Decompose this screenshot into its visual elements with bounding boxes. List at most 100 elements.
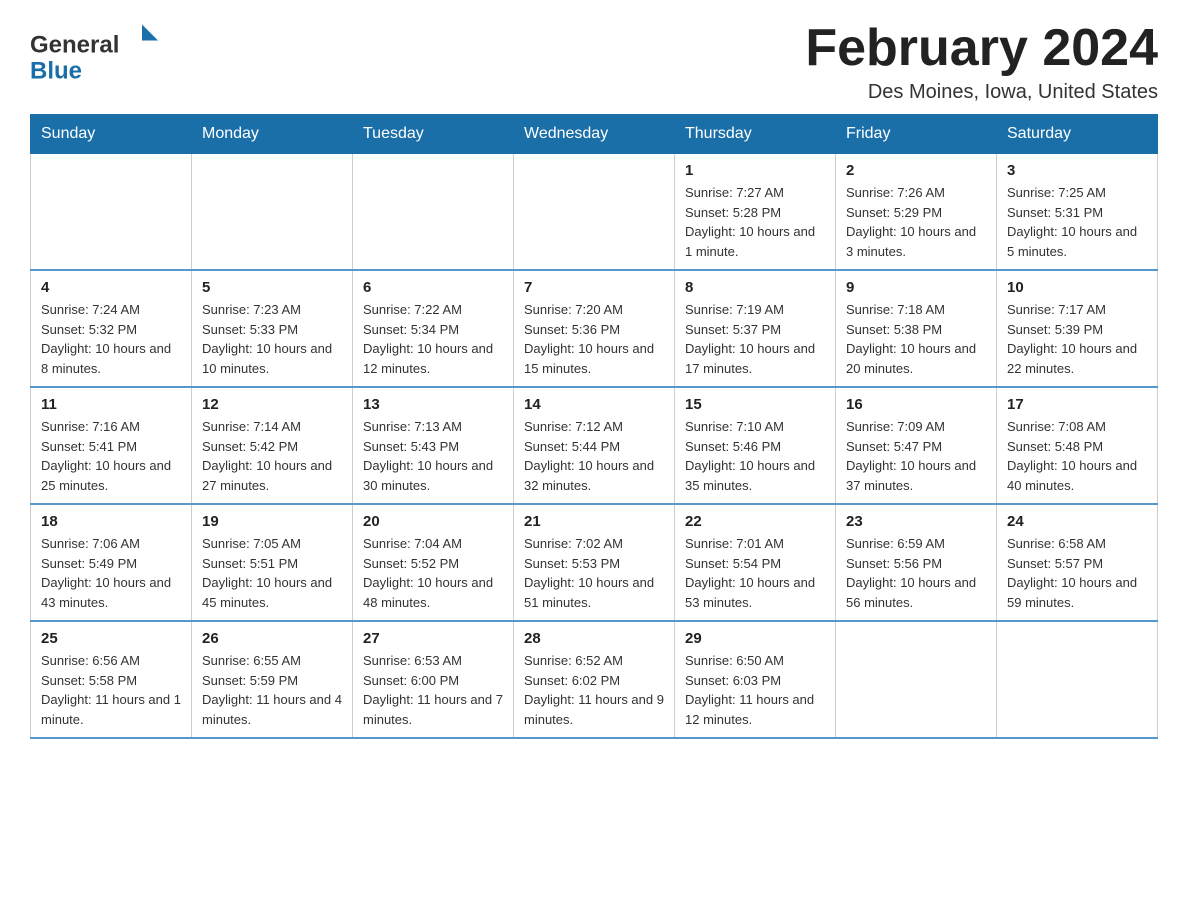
calendar-cell: 25 Sunrise: 6:56 AMSunset: 5:58 PMDayligh… [31, 621, 192, 738]
day-number: 10 [1007, 279, 1147, 296]
day-number: 19 [202, 513, 342, 530]
day-info: Sunrise: 7:16 AMSunset: 5:41 PMDaylight:… [41, 417, 181, 495]
day-header-wednesday: Wednesday [514, 115, 675, 154]
calendar-week-3: 11 Sunrise: 7:16 AMSunset: 5:41 PMDayligh… [31, 387, 1158, 504]
day-info: Sunrise: 7:04 AMSunset: 5:52 PMDaylight:… [363, 534, 503, 612]
calendar-cell: 6Sunrise: 7:22 AMSunset: 5:34 PMDaylight… [353, 270, 514, 387]
calendar-week-1: 1 Sunrise: 7:27 AMSunset: 5:28 PMDaylight… [31, 154, 1158, 271]
logo: General Blue [30, 20, 160, 90]
calendar-cell: 21Sunrise: 7:02 AMSunset: 5:53 PMDayligh… [514, 504, 675, 621]
day-info: Sunrise: 6:53 AMSunset: 6:00 PMDaylight:… [363, 651, 503, 729]
calendar-cell: 10 Sunrise: 7:17 AMSunset: 5:39 PMDayligh… [997, 270, 1158, 387]
calendar-cell: 12Sunrise: 7:14 AMSunset: 5:42 PMDayligh… [192, 387, 353, 504]
svg-text:Blue: Blue [30, 58, 82, 85]
day-number: 11 [41, 396, 181, 413]
day-info: Sunrise: 7:12 AMSunset: 5:44 PMDaylight:… [524, 417, 664, 495]
day-number: 2 [846, 162, 986, 179]
day-number: 28 [524, 630, 664, 647]
day-info: Sunrise: 7:27 AMSunset: 5:28 PMDaylight:… [685, 183, 825, 261]
day-number: 24 [1007, 513, 1147, 530]
day-number: 20 [363, 513, 503, 530]
day-number: 9 [846, 279, 986, 296]
calendar-cell: 24 Sunrise: 6:58 AMSunset: 5:57 PMDayligh… [997, 504, 1158, 621]
calendar-cell [514, 154, 675, 271]
day-header-saturday: Saturday [997, 115, 1158, 154]
calendar-cell [836, 621, 997, 738]
day-number: 22 [685, 513, 825, 530]
day-number: 7 [524, 279, 664, 296]
svg-text:General: General [30, 32, 119, 59]
calendar-week-2: 4 Sunrise: 7:24 AMSunset: 5:32 PMDaylight… [31, 270, 1158, 387]
day-header-tuesday: Tuesday [353, 115, 514, 154]
calendar-cell: 9 Sunrise: 7:18 AMSunset: 5:38 PMDaylight… [836, 270, 997, 387]
day-header-thursday: Thursday [675, 115, 836, 154]
calendar-cell: 5 Sunrise: 7:23 AMSunset: 5:33 PMDaylight… [192, 270, 353, 387]
calendar-cell: 13 Sunrise: 7:13 AMSunset: 5:43 PMDayligh… [353, 387, 514, 504]
day-info: Sunrise: 7:13 AMSunset: 5:43 PMDaylight:… [363, 417, 503, 495]
day-number: 21 [524, 513, 664, 530]
calendar-week-4: 18 Sunrise: 7:06 AMSunset: 5:49 PMDayligh… [31, 504, 1158, 621]
location: Des Moines, Iowa, United States [805, 81, 1158, 104]
logo-svg: General Blue [30, 20, 160, 90]
day-info: Sunrise: 7:06 AMSunset: 5:49 PMDaylight:… [41, 534, 181, 612]
day-info: Sunrise: 7:26 AMSunset: 5:29 PMDaylight:… [846, 183, 986, 261]
day-number: 18 [41, 513, 181, 530]
day-number: 25 [41, 630, 181, 647]
day-info: Sunrise: 7:17 AMSunset: 5:39 PMDaylight:… [1007, 300, 1147, 378]
day-number: 4 [41, 279, 181, 296]
day-number: 29 [685, 630, 825, 647]
title-area: February 2024 Des Moines, Iowa, United S… [805, 20, 1158, 104]
day-number: 17 [1007, 396, 1147, 413]
calendar-cell: 23Sunrise: 6:59 AMSunset: 5:56 PMDayligh… [836, 504, 997, 621]
calendar-cell: 17 Sunrise: 7:08 AMSunset: 5:48 PMDayligh… [997, 387, 1158, 504]
day-info: Sunrise: 7:25 AMSunset: 5:31 PMDaylight:… [1007, 183, 1147, 261]
calendar-cell [192, 154, 353, 271]
calendar-cell: 3 Sunrise: 7:25 AMSunset: 5:31 PMDaylight… [997, 154, 1158, 271]
day-info: Sunrise: 7:19 AMSunset: 5:37 PMDaylight:… [685, 300, 825, 378]
day-number: 16 [846, 396, 986, 413]
calendar-cell: 8 Sunrise: 7:19 AMSunset: 5:37 PMDaylight… [675, 270, 836, 387]
month-title: February 2024 [805, 20, 1158, 77]
day-info: Sunrise: 6:55 AMSunset: 5:59 PMDaylight:… [202, 651, 342, 729]
day-info: Sunrise: 7:18 AMSunset: 5:38 PMDaylight:… [846, 300, 986, 378]
calendar-cell [31, 154, 192, 271]
day-info: Sunrise: 6:56 AMSunset: 5:58 PMDaylight:… [41, 651, 181, 729]
calendar-cell: 29 Sunrise: 6:50 AMSunset: 6:03 PMDayligh… [675, 621, 836, 738]
day-info: Sunrise: 6:58 AMSunset: 5:57 PMDaylight:… [1007, 534, 1147, 612]
day-info: Sunrise: 7:08 AMSunset: 5:48 PMDaylight:… [1007, 417, 1147, 495]
day-number: 12 [202, 396, 342, 413]
day-info: Sunrise: 6:50 AMSunset: 6:03 PMDaylight:… [685, 651, 825, 729]
day-info: Sunrise: 7:24 AMSunset: 5:32 PMDaylight:… [41, 300, 181, 378]
day-info: Sunrise: 6:52 AMSunset: 6:02 PMDaylight:… [524, 651, 664, 729]
calendar-cell: 22 Sunrise: 7:01 AMSunset: 5:54 PMDayligh… [675, 504, 836, 621]
calendar-cell: 11 Sunrise: 7:16 AMSunset: 5:41 PMDayligh… [31, 387, 192, 504]
day-info: Sunrise: 7:23 AMSunset: 5:33 PMDaylight:… [202, 300, 342, 378]
day-number: 3 [1007, 162, 1147, 179]
day-number: 26 [202, 630, 342, 647]
day-number: 8 [685, 279, 825, 296]
calendar-cell: 19 Sunrise: 7:05 AMSunset: 5:51 PMDayligh… [192, 504, 353, 621]
day-info: Sunrise: 7:20 AMSunset: 5:36 PMDaylight:… [524, 300, 664, 378]
calendar-table: SundayMondayTuesdayWednesdayThursdayFrid… [30, 114, 1158, 739]
day-number: 6 [363, 279, 503, 296]
day-number: 15 [685, 396, 825, 413]
day-number: 5 [202, 279, 342, 296]
calendar-cell: 28 Sunrise: 6:52 AMSunset: 6:02 PMDayligh… [514, 621, 675, 738]
day-header-monday: Monday [192, 115, 353, 154]
day-info: Sunrise: 7:05 AMSunset: 5:51 PMDaylight:… [202, 534, 342, 612]
calendar-cell [353, 154, 514, 271]
day-info: Sunrise: 7:10 AMSunset: 5:46 PMDaylight:… [685, 417, 825, 495]
calendar-cell: 7 Sunrise: 7:20 AMSunset: 5:36 PMDaylight… [514, 270, 675, 387]
calendar-cell: 4 Sunrise: 7:24 AMSunset: 5:32 PMDaylight… [31, 270, 192, 387]
day-number: 1 [685, 162, 825, 179]
day-number: 14 [524, 396, 664, 413]
calendar-cell: 15 Sunrise: 7:10 AMSunset: 5:46 PMDayligh… [675, 387, 836, 504]
day-header-friday: Friday [836, 115, 997, 154]
calendar-cell: 26 Sunrise: 6:55 AMSunset: 5:59 PMDayligh… [192, 621, 353, 738]
day-header-sunday: Sunday [31, 115, 192, 154]
calendar-header: SundayMondayTuesdayWednesdayThursdayFrid… [31, 115, 1158, 154]
day-number: 13 [363, 396, 503, 413]
day-header-row: SundayMondayTuesdayWednesdayThursdayFrid… [31, 115, 1158, 154]
day-info: Sunrise: 7:01 AMSunset: 5:54 PMDaylight:… [685, 534, 825, 612]
calendar-cell: 20 Sunrise: 7:04 AMSunset: 5:52 PMDayligh… [353, 504, 514, 621]
